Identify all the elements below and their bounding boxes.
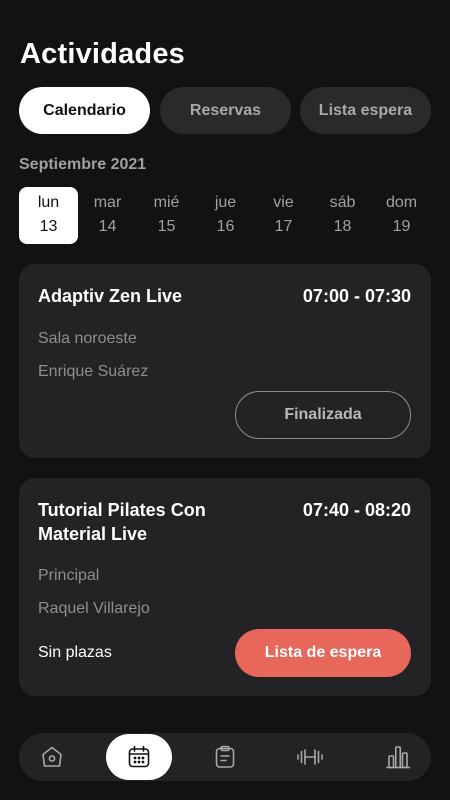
day-dom[interactable]: dom 19 — [372, 187, 431, 244]
day-name: lun — [37, 194, 60, 211]
day-number: 13 — [39, 218, 58, 235]
waitlist-button[interactable]: Lista de espera — [235, 629, 411, 677]
nav-home[interactable] — [19, 733, 85, 781]
bar-chart-icon — [384, 744, 412, 770]
day-vie[interactable]: vie 17 — [254, 187, 313, 244]
day-mar[interactable]: mar 14 — [78, 187, 137, 244]
finished-button[interactable]: Finalizada — [235, 391, 411, 439]
activity-room: Principal — [38, 567, 100, 584]
day-mie[interactable]: mié 15 — [137, 187, 196, 244]
activity-card[interactable]: Tutorial Pilates Con Material Live 07:40… — [19, 478, 431, 696]
bottom-nav — [19, 733, 431, 781]
calendar-icon — [126, 744, 152, 770]
day-name: mar — [93, 194, 122, 211]
tab-bar: Calendario Reservas Lista espera — [19, 87, 450, 134]
activity-name: Tutorial Pilates Con Material Live — [38, 500, 206, 544]
day-number: 19 — [392, 218, 411, 235]
page-title: Actividades — [20, 38, 185, 70]
day-jue[interactable]: jue 16 — [196, 187, 255, 244]
home-icon — [39, 744, 65, 770]
dumbbell-icon — [295, 744, 325, 770]
day-number: 14 — [98, 218, 117, 235]
activity-time: 07:40 - 08:20 — [302, 500, 411, 520]
nav-calendar[interactable] — [106, 734, 172, 780]
tab-lista-espera[interactable]: Lista espera — [300, 87, 431, 134]
activity-instructor: Enrique Suárez — [38, 363, 149, 380]
day-name: vie — [273, 194, 294, 211]
day-number: 17 — [274, 218, 293, 235]
tab-calendario[interactable]: Calendario — [19, 87, 150, 134]
day-lun[interactable]: lun 13 — [19, 187, 78, 244]
day-name: jue — [214, 194, 237, 211]
day-number: 18 — [333, 218, 352, 235]
activity-room: Sala noroeste — [38, 330, 137, 347]
availability-status: Sin plazas — [38, 644, 112, 661]
activity-card[interactable]: Adaptiv Zen Live 07:00 - 07:30 Sala noro… — [19, 264, 431, 458]
activity-name: Adaptiv Zen Live — [38, 286, 183, 306]
day-number: 15 — [157, 218, 176, 235]
nav-training[interactable] — [277, 733, 343, 781]
activity-time: 07:00 - 07:30 — [302, 286, 411, 306]
month-label: Septiembre 2021 — [19, 156, 147, 173]
nav-bookings[interactable] — [192, 733, 258, 781]
clipboard-icon — [212, 744, 238, 770]
day-number: 16 — [216, 218, 235, 235]
activity-instructor: Raquel Villarejo — [38, 600, 150, 617]
nav-stats[interactable] — [365, 733, 431, 781]
day-name: dom — [385, 194, 418, 211]
tab-reservas[interactable]: Reservas — [160, 87, 291, 134]
day-sab[interactable]: sáb 18 — [313, 187, 372, 244]
day-name: sáb — [329, 194, 356, 211]
day-name: mié — [153, 194, 180, 211]
week-day-selector: lun 13 mar 14 mié 15 jue 16 vie 17 sáb 1… — [19, 187, 431, 244]
